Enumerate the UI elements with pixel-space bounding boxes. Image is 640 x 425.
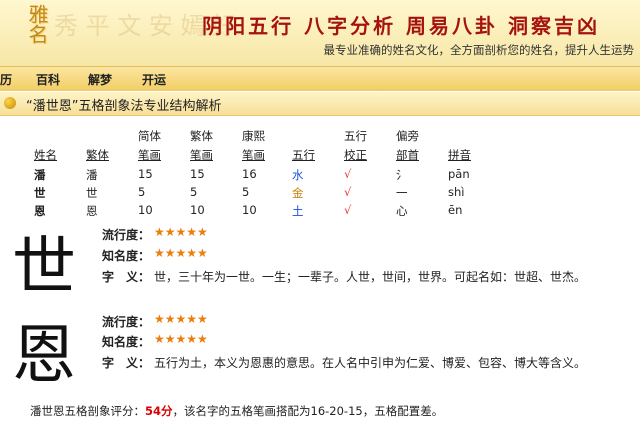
header-fanti-top: 繁体 bbox=[190, 129, 213, 143]
fame-label: 知名度： bbox=[102, 335, 151, 349]
nav-item-dream[interactable]: 解梦 bbox=[88, 71, 112, 88]
score-prefix: 潘世恩五格剖象评分： bbox=[30, 404, 145, 418]
nav-item-calendar[interactable]: 历 bbox=[0, 71, 12, 88]
nav-item-encyclopedia[interactable]: 百科 bbox=[36, 71, 60, 88]
row-kangxi: 16 bbox=[242, 167, 257, 181]
header-pinyin: 拼音 bbox=[448, 148, 471, 162]
row-jianti: 5 bbox=[138, 185, 146, 199]
row-name: 恩 bbox=[34, 204, 46, 218]
header-subtitle: 最专业准确的姓名文化，全方面剖析您的姓名，提升人生运势 bbox=[323, 43, 635, 57]
meaning-text: 五行为土，本义为恩惠的意思。在人名中引申为仁爱、博爱、包容、博大等含义。 bbox=[154, 356, 587, 370]
row-jianti: 10 bbox=[138, 203, 153, 217]
meaning-label: 字 义： bbox=[102, 356, 151, 370]
popularity-stars: ★★★★★ bbox=[154, 225, 208, 239]
row-fanti: 恩 bbox=[86, 204, 98, 218]
row-kangxi: 5 bbox=[242, 185, 250, 199]
row-wuxing: 土 bbox=[292, 204, 304, 218]
popularity-stars: ★★★★★ bbox=[154, 312, 208, 326]
fame-label: 知名度： bbox=[102, 249, 151, 263]
header-pianpang-top: 偏旁 bbox=[396, 129, 419, 143]
row-pinyin: shì bbox=[448, 185, 465, 199]
bullet-icon bbox=[4, 97, 16, 109]
site-logo[interactable]: 雅名 bbox=[6, 4, 49, 62]
row-wuxing: 水 bbox=[292, 168, 304, 182]
main-nav: 历 百科 解梦 开运 bbox=[0, 66, 640, 91]
site-header: 雅名 秀 平 文 安 嫣 好 阴阳五行 八字分析 周易八卦 洞察吉凶 最专业准确… bbox=[0, 0, 640, 66]
meaning-text: 世，三十年为一世。一生；一辈子。人世，世间，世界。可起名如：世超、世杰。 bbox=[154, 270, 587, 284]
header-slogan: 阴阳五行 八字分析 周易八卦 洞察吉凶 bbox=[202, 14, 600, 38]
row-check: √ bbox=[344, 203, 352, 217]
row-fanti-strokes: 5 bbox=[190, 185, 198, 199]
row-jianti: 15 bbox=[138, 167, 153, 181]
header-kangxi-strokes: 笔画 bbox=[242, 148, 265, 162]
row-kangxi: 10 bbox=[242, 203, 257, 217]
row-pinyin: ēn bbox=[448, 203, 463, 217]
header-kangxi-top: 康熙 bbox=[242, 129, 265, 143]
popularity-label: 流行度： bbox=[102, 228, 151, 242]
big-char: 恩 bbox=[12, 319, 76, 393]
row-name: 世 bbox=[34, 186, 46, 200]
header-jiaozheng: 校正 bbox=[344, 148, 367, 162]
header-fanti: 繁体 bbox=[86, 148, 109, 162]
row-wuxing: 金 bbox=[292, 186, 304, 200]
header-fanti-strokes: 笔画 bbox=[190, 148, 213, 162]
row-fanti: 世 bbox=[86, 186, 98, 200]
header-jianti-top: 简体 bbox=[138, 129, 161, 143]
meaning-label: 字 义： bbox=[102, 270, 151, 284]
row-check: √ bbox=[344, 167, 352, 181]
score-value: 54分 bbox=[145, 404, 173, 418]
row-bushou: 心 bbox=[396, 204, 408, 218]
row-fanti: 潘 bbox=[86, 168, 98, 182]
fame-stars: ★★★★★ bbox=[154, 332, 208, 346]
header-wuxing-top: 五行 bbox=[344, 129, 367, 143]
header-wuxing: 五行 bbox=[292, 148, 315, 162]
big-char: 世 bbox=[12, 231, 76, 305]
nav-item-fortune[interactable]: 开运 bbox=[142, 71, 166, 88]
popularity-label: 流行度： bbox=[102, 315, 151, 329]
row-bushou: 氵 bbox=[396, 168, 408, 182]
section-title: “潘世恩”五格剖象法专业结构解析 bbox=[26, 99, 222, 114]
fame-stars: ★★★★★ bbox=[154, 246, 208, 260]
header-jianti-strokes: 笔画 bbox=[138, 148, 161, 162]
row-name: 潘 bbox=[34, 168, 46, 182]
row-check: √ bbox=[344, 185, 352, 199]
header-name: 姓名 bbox=[34, 148, 57, 162]
score-summary: 潘世恩五格剖象评分：54分，该名字的五格笔画搭配为16-20-15，五格配置差。 bbox=[30, 403, 443, 419]
row-fanti-strokes: 15 bbox=[190, 167, 205, 181]
section-header: “潘世恩”五格剖象法专业结构解析 bbox=[0, 92, 640, 116]
header-bushou: 部首 bbox=[396, 148, 419, 162]
row-fanti-strokes: 10 bbox=[190, 203, 205, 217]
row-pinyin: pān bbox=[448, 167, 470, 181]
score-suffix: ，该名字的五格笔画搭配为16-20-15，五格配置差。 bbox=[172, 404, 444, 418]
row-bushou: 一 bbox=[396, 186, 408, 200]
